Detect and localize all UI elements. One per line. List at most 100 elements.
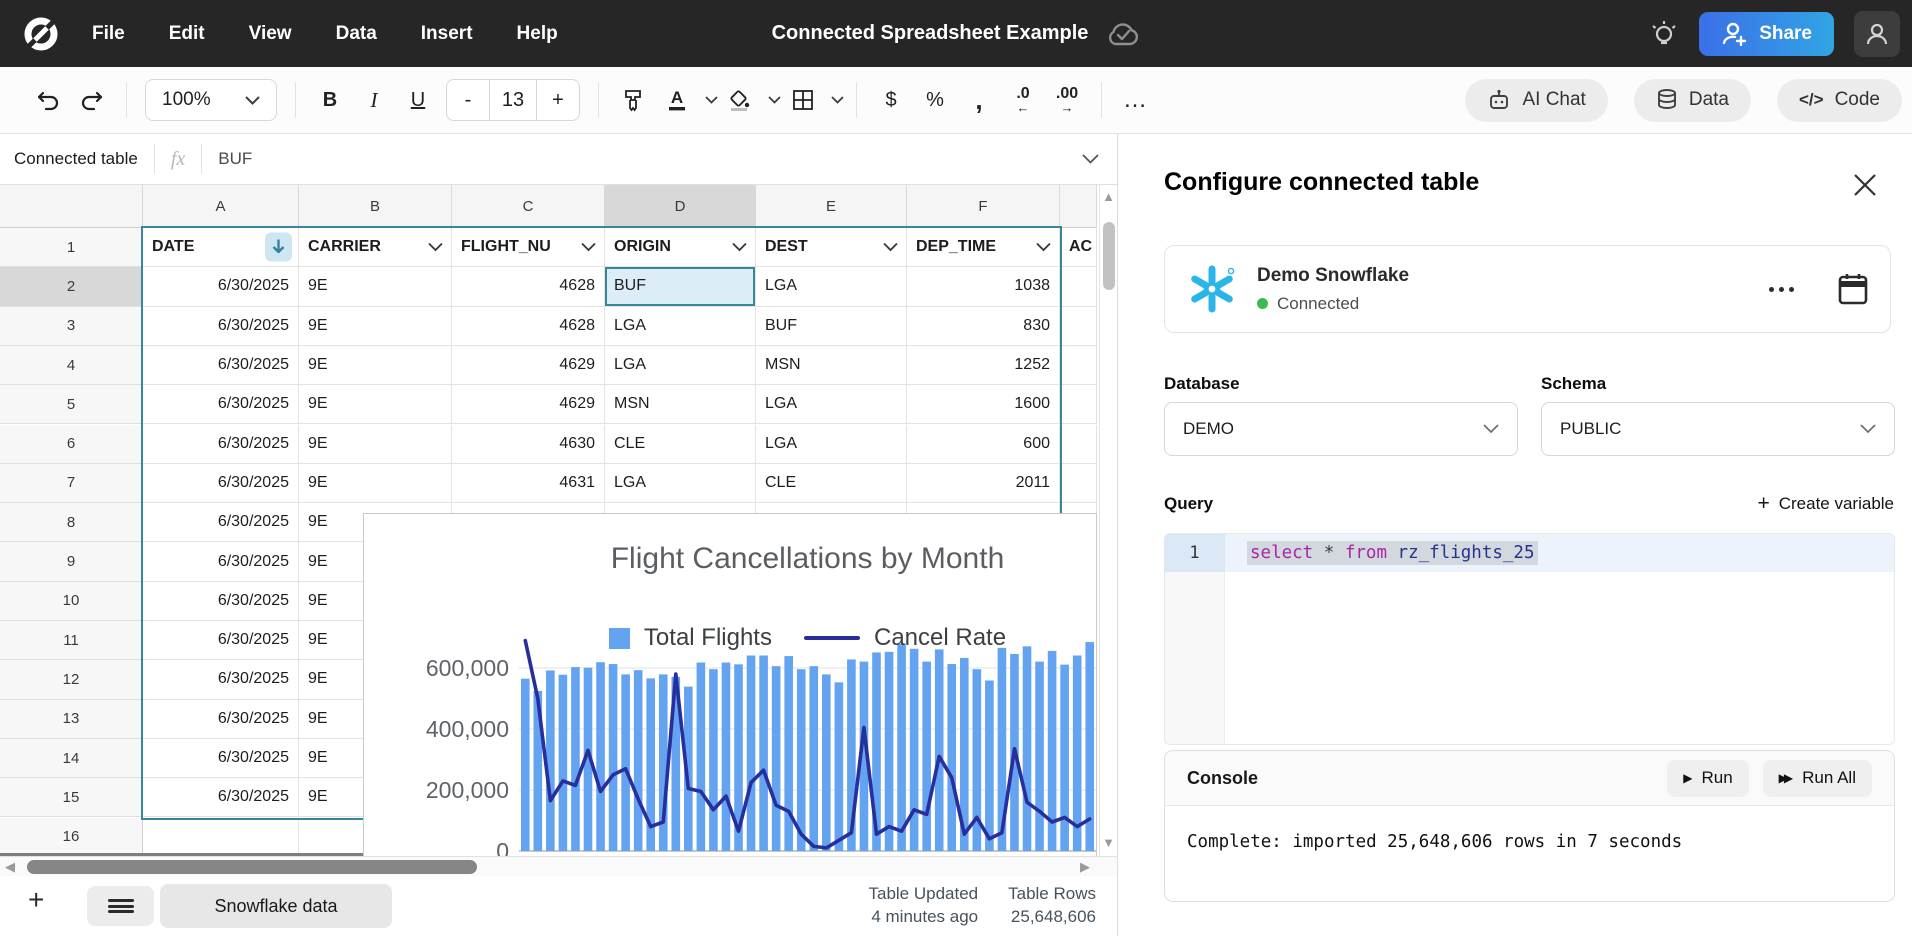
cell-F3[interactable]: 830: [907, 307, 1060, 346]
formula-input[interactable]: BUF: [218, 149, 252, 169]
cell-partial-4[interactable]: [1060, 346, 1097, 385]
column-header-B[interactable]: B: [299, 185, 452, 228]
row-header-6[interactable]: 6: [0, 425, 143, 464]
font-size-decrease-button[interactable]: -: [447, 80, 489, 120]
cell-A12[interactable]: 6/30/2025: [143, 660, 299, 699]
underline-button[interactable]: U: [396, 79, 440, 121]
app-logo[interactable]: [22, 15, 60, 53]
horizontal-scroll-thumb[interactable]: [27, 860, 477, 874]
cell-A6[interactable]: 6/30/2025: [143, 425, 299, 464]
cell-C5[interactable]: 4629: [452, 385, 605, 424]
scroll-left-arrow-icon[interactable]: ◀: [5, 859, 15, 875]
chevron-down-icon[interactable]: [768, 96, 781, 104]
fill-color-button[interactable]: [718, 79, 762, 121]
cell-A7[interactable]: 6/30/2025: [143, 464, 299, 503]
table-column-dest[interactable]: DEST: [756, 228, 907, 267]
theme-lightbulb-icon[interactable]: [1649, 18, 1679, 50]
table-column-origin[interactable]: ORIGIN: [605, 228, 756, 267]
redo-button[interactable]: [70, 79, 114, 121]
sort-desc-icon[interactable]: [265, 233, 292, 262]
row-header-8[interactable]: 8: [0, 503, 143, 542]
cell-A10[interactable]: 6/30/2025: [143, 582, 299, 621]
menu-item-help[interactable]: Help: [517, 23, 558, 45]
cell-C6[interactable]: 4630: [452, 425, 605, 464]
italic-button[interactable]: I: [352, 79, 396, 121]
undo-button[interactable]: [26, 79, 70, 121]
vertical-scroll-thumb[interactable]: [1103, 222, 1115, 290]
cell-A4[interactable]: 6/30/2025: [143, 346, 299, 385]
table-column-date[interactable]: DATE: [143, 228, 299, 267]
run-button[interactable]: ▶ Run: [1667, 760, 1748, 797]
data-button[interactable]: Data: [1634, 79, 1751, 122]
cell-F7[interactable]: 2011: [907, 464, 1060, 503]
cell-F2[interactable]: 1038: [907, 267, 1060, 306]
cell-A2[interactable]: 6/30/2025: [143, 267, 299, 306]
ai-chat-button[interactable]: AI Chat: [1465, 79, 1607, 122]
column-header-C[interactable]: C: [452, 185, 605, 228]
menu-item-data[interactable]: Data: [336, 23, 377, 45]
cell-B3[interactable]: 9E: [299, 307, 452, 346]
decrease-decimals-button[interactable]: .0←: [1001, 79, 1045, 121]
row-header-4[interactable]: 4: [0, 346, 143, 385]
font-size-value[interactable]: 13: [489, 80, 537, 120]
cell-E5[interactable]: LGA: [756, 385, 907, 424]
spreadsheet-grid[interactable]: ABCDEF1DATECARRIERFLIGHT_NUORIGINDESTDEP…: [0, 185, 1117, 876]
cell-partial-6[interactable]: [1060, 425, 1097, 464]
cell-partial-5[interactable]: [1060, 385, 1097, 424]
column-header-partial[interactable]: [1060, 185, 1097, 228]
row-header-11[interactable]: 11: [0, 621, 143, 660]
code-line-1[interactable]: 1 select * from rz_flights_25: [1165, 534, 1894, 572]
sheet-menu-button[interactable]: [87, 886, 154, 926]
cell-C2[interactable]: 4628: [452, 267, 605, 306]
chevron-down-icon[interactable]: [1082, 154, 1099, 164]
column-header-D[interactable]: D: [605, 185, 756, 228]
cell-A16[interactable]: [143, 818, 299, 857]
row-header-9[interactable]: 9: [0, 542, 143, 581]
chevron-down-icon[interactable]: [705, 96, 718, 104]
scroll-right-arrow-icon[interactable]: ▶: [1080, 859, 1090, 875]
menu-item-insert[interactable]: Insert: [421, 23, 473, 45]
cell-A11[interactable]: 6/30/2025: [143, 621, 299, 660]
add-sheet-button[interactable]: +: [28, 884, 44, 916]
row-header-7[interactable]: 7: [0, 464, 143, 503]
sheet-tab-snowflake-data[interactable]: Snowflake data: [160, 884, 392, 928]
create-variable-button[interactable]: + Create variable: [1757, 492, 1894, 516]
run-all-button[interactable]: ▶▶ Run All: [1763, 760, 1872, 797]
zoom-dropdown[interactable]: 100%: [145, 79, 277, 121]
select-all-corner[interactable]: [0, 185, 143, 228]
horizontal-scrollbar[interactable]: ◀ ▶: [0, 856, 1117, 876]
increase-decimals-button[interactable]: .00→: [1045, 79, 1089, 121]
percent-format-button[interactable]: %: [913, 79, 957, 121]
cell-D7[interactable]: LGA: [605, 464, 756, 503]
text-color-button[interactable]: A: [655, 79, 699, 121]
calendar-schedule-icon[interactable]: [1836, 271, 1870, 307]
vertical-scrollbar[interactable]: ▲ ▼: [1099, 185, 1117, 856]
cell-A8[interactable]: 6/30/2025: [143, 503, 299, 542]
cell-D4[interactable]: LGA: [605, 346, 756, 385]
cell-E2[interactable]: LGA: [756, 267, 907, 306]
query-code-editor[interactable]: 1 select * from rz_flights_25: [1164, 533, 1895, 745]
name-box[interactable]: Connected table: [14, 149, 138, 169]
cell-A14[interactable]: 6/30/2025: [143, 739, 299, 778]
account-avatar-button[interactable]: [1854, 11, 1900, 57]
cell-E4[interactable]: MSN: [756, 346, 907, 385]
font-size-increase-button[interactable]: +: [537, 80, 579, 120]
cell-C3[interactable]: 4628: [452, 307, 605, 346]
row-header-5[interactable]: 5: [0, 385, 143, 424]
column-header-A[interactable]: A: [143, 185, 299, 228]
close-icon[interactable]: [1852, 172, 1878, 198]
cell-A13[interactable]: 6/30/2025: [143, 700, 299, 739]
column-header-E[interactable]: E: [756, 185, 907, 228]
cell-D5[interactable]: MSN: [605, 385, 756, 424]
code-button[interactable]: </> Code: [1777, 79, 1902, 122]
cell-B7[interactable]: 9E: [299, 464, 452, 503]
menu-item-edit[interactable]: Edit: [169, 23, 205, 45]
row-header-12[interactable]: 12: [0, 660, 143, 699]
cell-A15[interactable]: 6/30/2025: [143, 778, 299, 817]
cell-C7[interactable]: 4631: [452, 464, 605, 503]
cell-F5[interactable]: 1600: [907, 385, 1060, 424]
scroll-up-arrow-icon[interactable]: ▲: [1100, 189, 1117, 204]
cell-partial-2[interactable]: [1060, 267, 1097, 306]
cell-A5[interactable]: 6/30/2025: [143, 385, 299, 424]
more-options-button[interactable]: …: [1114, 79, 1158, 121]
